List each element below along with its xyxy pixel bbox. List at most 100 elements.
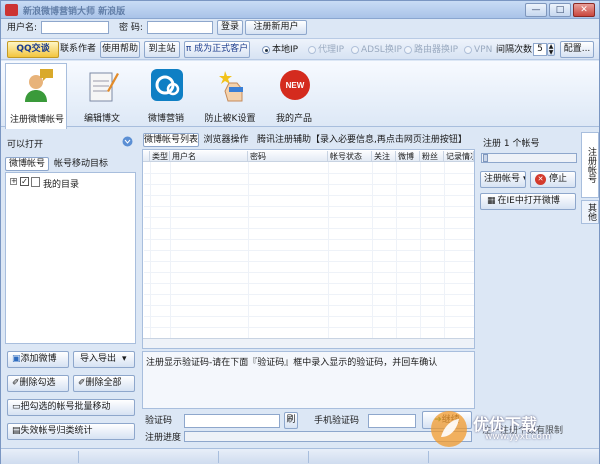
login-button[interactable]: 登录 [217,20,243,35]
grid-header-status[interactable]: 帐号状态 [328,151,372,162]
status-cell-1 [1,451,79,463]
close-button[interactable]: ✕ [573,3,595,17]
interval-spinner[interactable]: ▲ ▼ [547,43,555,56]
stop-icon: ✕ [535,174,546,185]
weibo-logo-icon [151,69,183,101]
register-count-slider[interactable] [481,153,577,163]
delete-checked-button[interactable]: ✐删除勾选 [7,375,69,392]
ribbon-label: 防止被K设置 [204,114,256,124]
svg-text:NEW: NEW [286,81,305,90]
ribbon-my-products[interactable]: NEW 我的产品 [263,63,325,125]
ie-icon: ▦ [487,196,496,206]
ribbon-register-account[interactable]: 注册微博帐号 [5,63,67,129]
tab-account-list[interactable]: 微博帐号列表 [143,133,199,147]
captcha-label: 验证码 [145,416,173,426]
grid-empty-row-line [144,272,474,273]
ribbon-label: 微博营销 [147,114,184,124]
captcha-input[interactable] [184,414,280,428]
contact-author-label[interactable]: 联系作者 [60,43,96,55]
grid-column-line [248,162,249,338]
grid-empty-row-line [144,217,474,218]
radio-vpn[interactable] [464,46,472,54]
fail-stats-button[interactable]: ▤失效帐号归类统计 [7,423,135,440]
tab-browser-ops[interactable]: 浏览器操作 [201,133,251,147]
open-in-ie-button[interactable]: ▦ 在IE中打开微博 [480,193,576,210]
radio-proxy-ip[interactable] [308,46,316,54]
grid-empty-row-line [144,327,474,328]
collapse-chevron-icon[interactable] [122,136,133,147]
grid-column-line [420,162,421,338]
expand-toggle-icon[interactable]: + [10,178,17,185]
account-grid [142,149,475,349]
new-badge-icon: NEW [280,70,310,100]
dropdown-arrow-icon: ▾ [122,354,127,364]
ribbon-edit-post[interactable]: 编辑博文 [71,63,133,125]
minimize-button[interactable]: — [525,3,547,17]
grid-header-weibo[interactable]: 微博 [396,151,420,162]
batch-move-button[interactable]: ▭把勾选的帐号批量移动 [7,399,135,416]
grid-header-follow[interactable]: 关注 [372,151,396,162]
tab-register-account-vertical[interactable]: 注册帐号 [581,132,599,198]
can-open-label: 可以打开 [7,140,44,150]
status-cell-2 [79,451,219,463]
radio-vpn-label: VPN [474,45,493,55]
add-weibo-button[interactable]: ▣添加微博 [7,351,69,368]
become-customer-button[interactable]: π 成为正式客户 [184,41,250,58]
watermark-leaf-icon [431,411,467,447]
toolbar: QQ交谈 联系作者 使用帮助 到主站 π 成为正式客户 本地IP 代理IP AD… [1,38,599,60]
ribbon-weibo-marketing[interactable]: 微博营销 [135,63,197,125]
grid-horizontal-scrollbar[interactable] [143,338,474,348]
grid-empty-row-line [144,228,474,229]
add-weibo-label: 添加微博 [20,354,57,364]
slider-thumb[interactable] [483,154,488,162]
radio-adsl-label: ADSL换IP [361,45,402,55]
grid-header-type[interactable]: 类型 [150,151,170,162]
stats-icon: ▤ [12,426,21,436]
grid-header-record[interactable]: 记录情况 [444,151,474,162]
import-export-button[interactable]: 导入导出 ▾ [73,351,135,368]
config-button[interactable]: 配置... [560,41,594,58]
register-account-label: 注册帐号 [484,174,521,184]
tree-checkbox[interactable]: ✓ [20,177,29,186]
website-button[interactable]: 到主站 [144,41,180,58]
radio-local-ip[interactable] [262,46,270,54]
refresh-captcha-button[interactable]: 刷 [284,412,298,429]
interval-label: 间隔次数 [496,45,533,55]
radio-adsl[interactable] [351,46,359,54]
tab-weibo-accounts[interactable]: 微博帐号 [5,157,49,171]
ribbon-anti-k-settings[interactable]: 防止被K设置 [199,63,261,125]
import-export-label: 导入导出 [80,354,117,364]
ribbon: 注册微博帐号 编辑博文 微博营销 防止被K设置 NEW 我的产品 [1,61,599,129]
eraser-icon: ✐ [12,378,20,388]
help-button[interactable]: 使用帮助 [100,41,140,58]
delete-all-button[interactable]: ✐删除全部 [73,375,135,392]
grid-header-password[interactable]: 密码 [248,151,328,162]
username-input[interactable] [41,21,109,34]
phone-captcha-input[interactable] [368,414,416,428]
phone-captcha-label: 手机验证码 [314,416,360,426]
title-bar: 新浪微博营销大师 新浪版 — □ ✕ [1,1,599,19]
register-count-label: 注册 1 个帐号 [483,139,540,149]
password-input[interactable] [147,21,213,34]
account-tree: + ✓ 我的目录 [5,172,136,344]
grid-header-fans[interactable]: 粉丝 [420,151,444,162]
stop-label: 停止 [549,174,568,184]
tab-move-target[interactable]: 帐号移动目标 [51,157,111,171]
qq-chat-button[interactable]: QQ交谈 [7,41,59,58]
register-user-button[interactable]: 注册新用户 [245,20,307,35]
grid-empty-row-line [144,294,474,295]
register-account-dropdown[interactable]: 注册帐号▾ [480,171,526,188]
password-label: 密 码: [119,23,143,33]
stop-button[interactable]: ✕ 停止 [530,171,576,188]
tab-other-vertical[interactable]: 其他 [581,200,599,224]
grid-column-line [396,162,397,338]
tree-root-label[interactable]: 我的目录 [43,177,79,190]
dropdown-arrow-icon: ▾ [520,174,525,184]
interval-input[interactable]: 5 [533,43,547,56]
username-label: 用户名: [7,23,38,33]
grid-header-username[interactable]: 用户名 [170,151,248,162]
progress-label: 注册进度 [145,433,182,443]
open-in-ie-label: 在IE中打开微博 [497,196,560,206]
radio-router[interactable] [404,46,412,54]
maximize-button[interactable]: □ [549,3,571,17]
